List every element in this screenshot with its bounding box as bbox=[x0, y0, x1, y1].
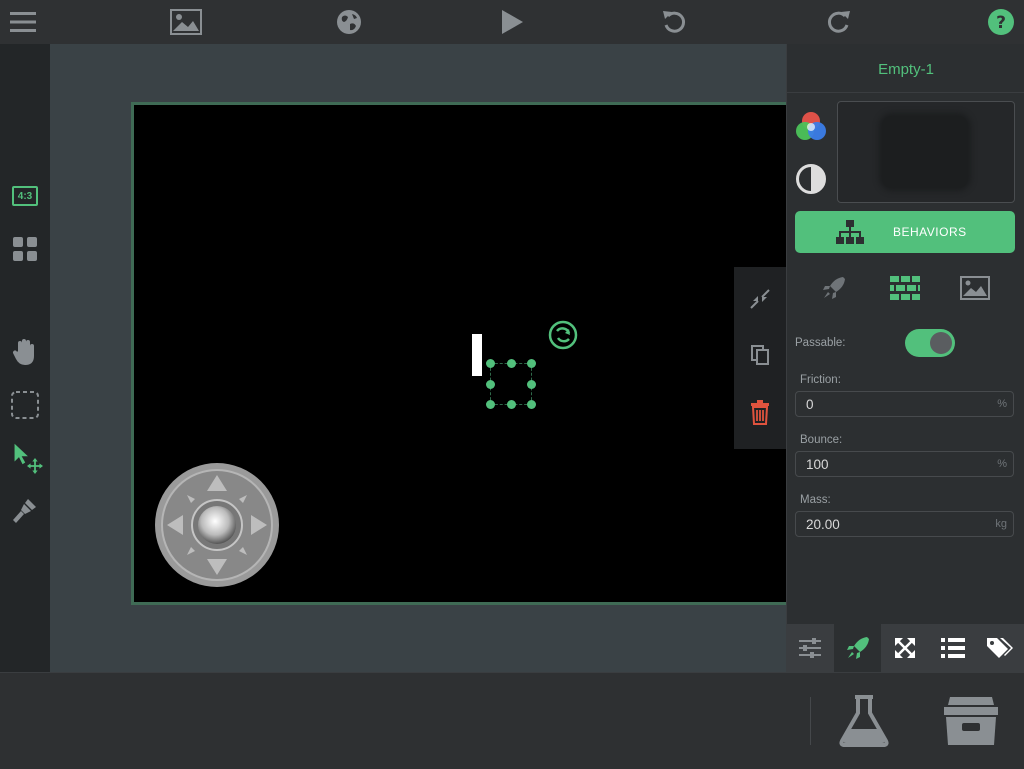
mass-field[interactable]: 20.00 kg bbox=[795, 511, 1014, 537]
toggle-knob bbox=[930, 332, 952, 354]
color-wheel-icon[interactable] bbox=[794, 110, 828, 147]
object-name[interactable]: Empty-1 bbox=[787, 44, 1024, 93]
image-icon[interactable] bbox=[957, 272, 993, 304]
resize-handle[interactable] bbox=[527, 380, 536, 389]
properties-tab-bar bbox=[786, 624, 1024, 672]
tab-tags[interactable] bbox=[976, 624, 1024, 672]
rotate-handle-icon[interactable] bbox=[547, 319, 579, 356]
mass-unit: kg bbox=[995, 518, 1007, 530]
mass-label: Mass: bbox=[800, 494, 831, 506]
bounce-label: Bounce: bbox=[800, 434, 843, 446]
bounce-value: 100 bbox=[806, 457, 829, 472]
aspect-ratio-label: 4:3 bbox=[17, 190, 33, 202]
bounce-unit: % bbox=[997, 458, 1007, 470]
rocket-icon bbox=[847, 637, 869, 659]
behaviors-button[interactable]: BEHAVIORS bbox=[795, 211, 1015, 253]
mass-value: 20.00 bbox=[806, 517, 840, 532]
bounce-field[interactable]: 100 % bbox=[795, 451, 1014, 477]
duplicate-icon[interactable] bbox=[748, 343, 772, 372]
resize-handle[interactable] bbox=[507, 359, 516, 368]
rocket-icon[interactable] bbox=[816, 272, 852, 304]
hand-icon[interactable] bbox=[9, 336, 41, 368]
tab-settings[interactable] bbox=[786, 624, 834, 672]
grid-icon[interactable] bbox=[9, 233, 41, 265]
friction-label: Friction: bbox=[800, 374, 841, 386]
contrast-icon[interactable] bbox=[795, 163, 827, 200]
object-preview[interactable] bbox=[837, 101, 1015, 203]
game-stage[interactable] bbox=[131, 102, 791, 605]
object-preview-image bbox=[882, 116, 968, 188]
tab-physics[interactable] bbox=[834, 624, 882, 672]
tab-transform[interactable] bbox=[881, 624, 929, 672]
pointer-move-icon[interactable] bbox=[11, 442, 43, 474]
friction-value: 0 bbox=[806, 397, 814, 412]
globe-icon[interactable] bbox=[333, 6, 365, 38]
aspect-ratio-button[interactable]: 4:3 bbox=[9, 180, 41, 212]
hamburger-menu-icon[interactable] bbox=[7, 6, 39, 38]
virtual-joystick[interactable] bbox=[153, 461, 281, 594]
left-tool-bar: 4:3 bbox=[0, 44, 50, 672]
list-icon bbox=[941, 638, 965, 658]
resize-handle[interactable] bbox=[486, 359, 495, 368]
image-icon[interactable] bbox=[170, 6, 202, 38]
passable-label: Passable: bbox=[795, 337, 846, 349]
passable-toggle[interactable] bbox=[905, 329, 955, 357]
white-bar-object[interactable] bbox=[472, 334, 482, 376]
friction-field[interactable]: 0 % bbox=[795, 391, 1014, 417]
resize-handle[interactable] bbox=[527, 400, 536, 409]
flask-icon[interactable] bbox=[838, 693, 890, 752]
redo-icon[interactable] bbox=[822, 6, 854, 38]
shrink-icon[interactable] bbox=[748, 287, 772, 316]
object-edit-panel bbox=[734, 267, 786, 449]
resize-handle[interactable] bbox=[527, 359, 536, 368]
selected-object[interactable] bbox=[486, 359, 536, 409]
play-icon[interactable] bbox=[496, 6, 528, 38]
bricks-icon[interactable] bbox=[887, 272, 923, 304]
help-icon[interactable]: ? bbox=[985, 6, 1017, 38]
resize-handle[interactable] bbox=[486, 380, 495, 389]
delete-icon[interactable] bbox=[748, 399, 772, 430]
object-properties-panel: Empty-1 BEHAVIORS Passable: Friction: 0 … bbox=[786, 44, 1024, 672]
svg-text:?: ? bbox=[996, 13, 1006, 33]
behaviors-label: BEHAVIORS bbox=[893, 225, 967, 239]
tab-list[interactable] bbox=[929, 624, 977, 672]
bottom-bar bbox=[0, 672, 1024, 769]
undo-icon[interactable] bbox=[659, 6, 691, 38]
selection-icon[interactable] bbox=[9, 389, 41, 421]
archive-box-icon[interactable] bbox=[940, 695, 1002, 752]
hierarchy-icon bbox=[836, 220, 864, 244]
sliders-icon bbox=[799, 638, 821, 658]
resize-handle[interactable] bbox=[486, 400, 495, 409]
resize-handle[interactable] bbox=[507, 400, 516, 409]
tags-icon bbox=[987, 638, 1013, 658]
expand-icon bbox=[895, 638, 915, 658]
divider bbox=[810, 697, 811, 745]
top-toolbar: ? bbox=[0, 0, 1024, 45]
brush-icon[interactable] bbox=[9, 494, 41, 526]
friction-unit: % bbox=[997, 398, 1007, 410]
